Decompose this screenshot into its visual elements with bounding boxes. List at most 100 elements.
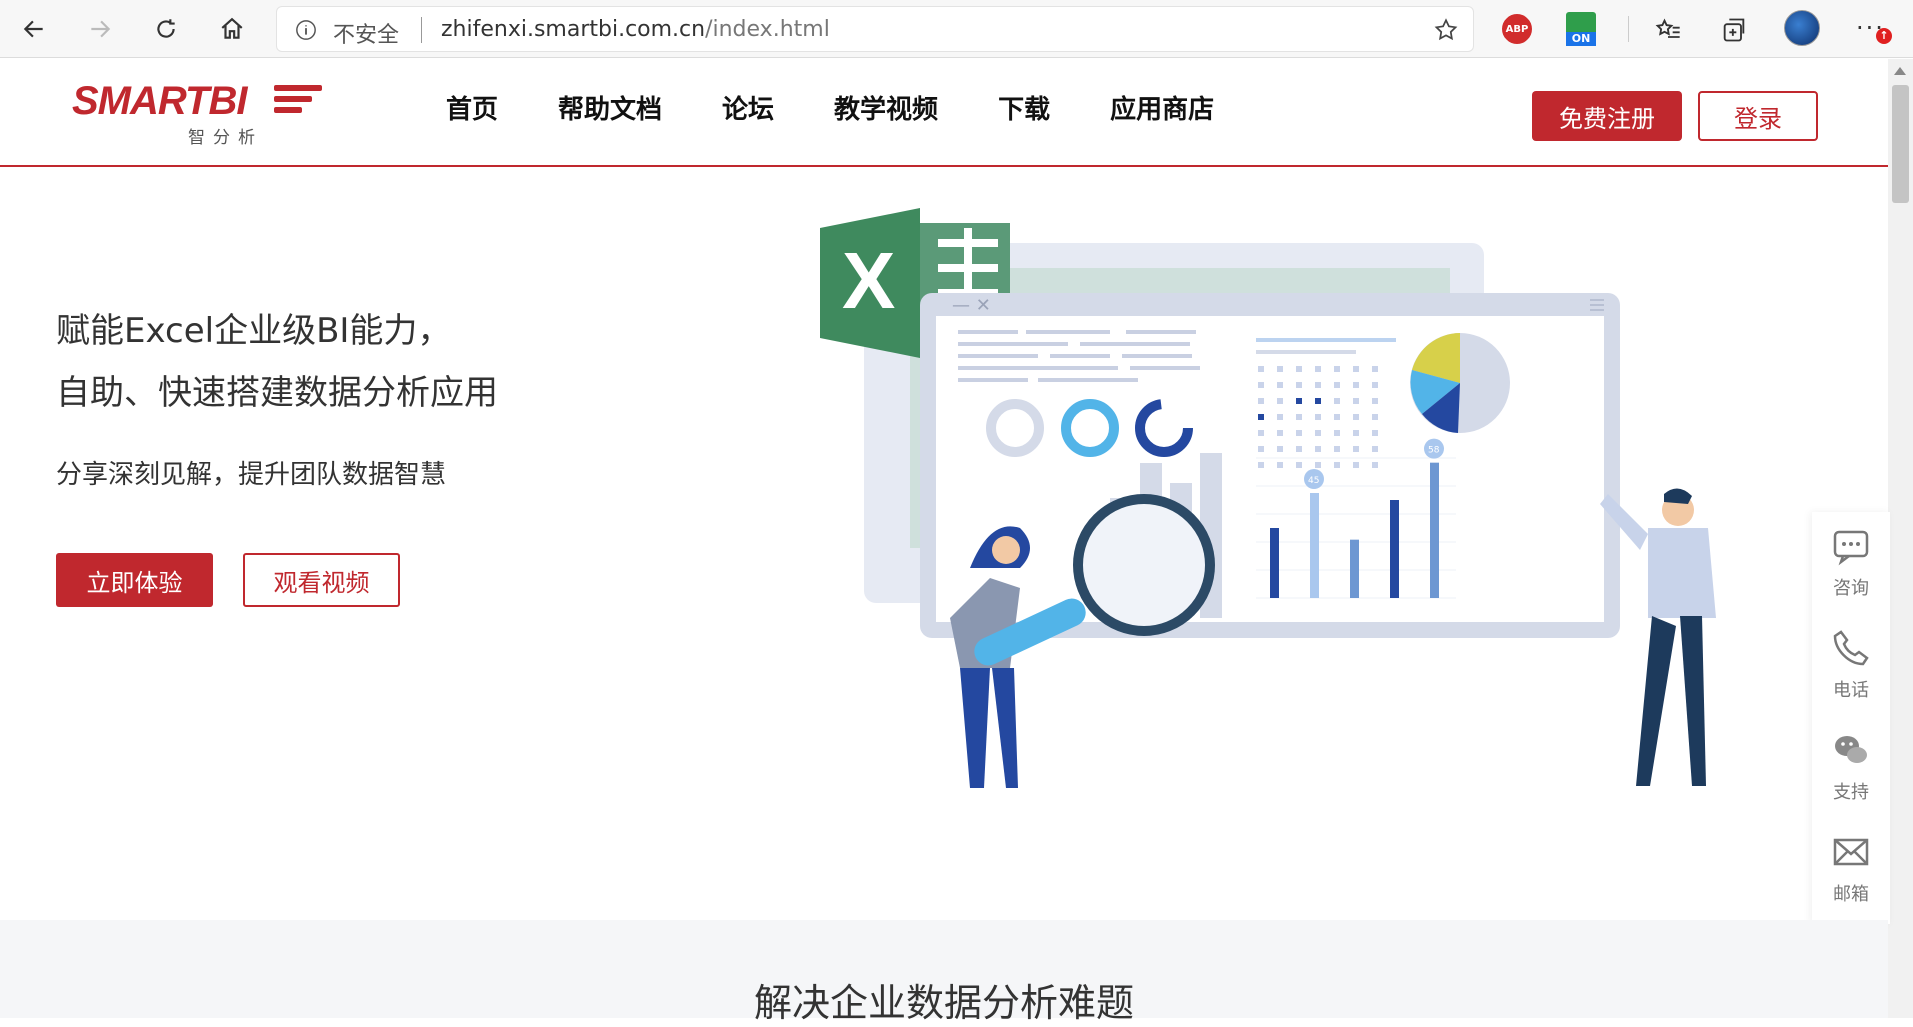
- forward-button[interactable]: [82, 11, 118, 47]
- on-extension-icon[interactable]: ON: [1566, 12, 1596, 48]
- logo-text: SMARTBI: [72, 79, 247, 123]
- grid-dot: [1258, 366, 1264, 372]
- grid-dot: [1372, 414, 1378, 420]
- watch-video-button[interactable]: 观看视频: [243, 553, 400, 607]
- scroll-up-arrow-icon[interactable]: [1894, 67, 1906, 75]
- main-nav: 首页 帮助文档 论坛 教学视频 下载 应用商店: [446, 89, 1274, 126]
- phone-icon: [1833, 630, 1869, 666]
- smartbi-logo[interactable]: SMARTBI 智分析: [62, 79, 332, 149]
- grid-dot: [1315, 446, 1321, 452]
- side-label-phone: 电话: [1833, 680, 1869, 701]
- hero-title: 赋能Excel企业级BI能力， 自助、快速搭建数据分析应用: [56, 300, 498, 424]
- url-path: /index.html: [705, 17, 830, 42]
- adblock-extension-icon[interactable]: ABP: [1502, 14, 1532, 44]
- on-extension-label: ON: [1566, 32, 1596, 46]
- grid-dot: [1334, 414, 1340, 420]
- collections-icon[interactable]: [1720, 16, 1748, 44]
- grid-dot: [1277, 398, 1283, 404]
- insecure-label: 不安全: [333, 23, 400, 48]
- logo-subtitle: 智分析: [188, 128, 263, 148]
- info-icon[interactable]: [295, 19, 317, 41]
- grid-dot: [1296, 366, 1302, 372]
- free-register-button[interactable]: 免费注册: [1532, 91, 1682, 141]
- side-item-mail[interactable]: 邮箱: [1812, 818, 1890, 918]
- grid-dot: [1258, 414, 1264, 420]
- try-now-button[interactable]: 立即体验: [56, 553, 213, 607]
- grid-dot: [1296, 382, 1302, 388]
- grid-dot: [1258, 398, 1264, 404]
- logo-bar: [274, 107, 302, 113]
- login-button[interactable]: 登录: [1698, 91, 1818, 141]
- grid-dot: [1334, 430, 1340, 436]
- svg-text:X: X: [842, 236, 895, 325]
- hero-title-line-1: 赋能Excel企业级BI能力，: [56, 311, 452, 351]
- url-text[interactable]: zhifenxi.smartbi.com.cn/index.html: [441, 17, 830, 42]
- address-bar[interactable]: 不安全 zhifenxi.smartbi.com.cn/index.html: [276, 6, 1474, 52]
- arrow-right-icon: [91, 20, 111, 38]
- update-badge: ↑: [1876, 28, 1892, 44]
- grid-dot: [1277, 430, 1283, 436]
- grid-dot: [1334, 398, 1340, 404]
- arrow-left-icon: [23, 20, 43, 38]
- grid-dot: [1334, 462, 1340, 468]
- nav-item-help-docs[interactable]: 帮助文档: [558, 89, 662, 126]
- page-scrollbar[interactable]: [1888, 59, 1913, 1018]
- side-item-support[interactable]: 支持: [1812, 716, 1890, 816]
- grid-dot: [1315, 382, 1321, 388]
- toolbar-separator: [1628, 16, 1629, 42]
- grid-dot: [1372, 430, 1378, 436]
- back-button[interactable]: [16, 11, 52, 47]
- solutions-section: 解决企业数据分析难题: [0, 920, 1888, 1025]
- nav-item-tutorial-videos[interactable]: 教学视频: [834, 89, 938, 126]
- grid-dot: [1353, 398, 1359, 404]
- grid-dot: [1315, 414, 1321, 420]
- window-controls: — ✕: [952, 295, 991, 316]
- chart-annotation-label: 45: [1308, 476, 1319, 486]
- chart-bar: [1430, 462, 1439, 598]
- grid-dot: [1296, 398, 1302, 404]
- grid-dot: [1372, 446, 1378, 452]
- grid-dot: [1277, 366, 1283, 372]
- scroll-thumb[interactable]: [1892, 85, 1909, 203]
- profile-avatar[interactable]: [1784, 10, 1820, 46]
- favorite-star-icon[interactable]: [1433, 17, 1459, 43]
- nav-item-download[interactable]: 下载: [998, 89, 1050, 126]
- grid-dot: [1296, 446, 1302, 452]
- magnifier-glass: [1073, 494, 1215, 636]
- grid-dot: [1353, 382, 1359, 388]
- favorites-icon[interactable]: [1654, 16, 1682, 44]
- grid-dot: [1353, 414, 1359, 420]
- side-label-consult: 咨询: [1833, 578, 1869, 599]
- address-separator: [421, 17, 422, 43]
- grid-dot: [1334, 366, 1340, 372]
- nav-item-forum[interactable]: 论坛: [722, 89, 774, 126]
- chart-bar: [1390, 500, 1399, 598]
- chart-bar: [1350, 539, 1359, 598]
- grid-dot: [1334, 382, 1340, 388]
- logo-bar: [274, 96, 312, 102]
- nav-item-app-store[interactable]: 应用商店: [1110, 89, 1214, 126]
- grid-dot: [1258, 446, 1264, 452]
- grid-dot: [1334, 446, 1340, 452]
- logo-bars-graphic: [274, 85, 322, 118]
- chart-annotation-label: 58: [1428, 446, 1440, 456]
- chat-icon: [1833, 530, 1869, 566]
- hero-illustration: X — ✕ 4558: [820, 208, 1716, 788]
- mail-icon: [1833, 838, 1869, 866]
- grid-dot: [1353, 430, 1359, 436]
- grid-dot: [1296, 430, 1302, 436]
- grid-dot: [1277, 446, 1283, 452]
- side-label-mail: 邮箱: [1833, 884, 1869, 905]
- grid-dot: [1315, 398, 1321, 404]
- grid-dot: [1296, 462, 1302, 468]
- grid-dot: [1258, 430, 1264, 436]
- grid-dot: [1353, 446, 1359, 452]
- nav-item-home[interactable]: 首页: [446, 89, 498, 126]
- wechat-icon: [1835, 736, 1867, 763]
- home-button[interactable]: [214, 11, 250, 47]
- side-item-consult[interactable]: 咨询: [1812, 512, 1890, 612]
- grid-dot: [1353, 462, 1359, 468]
- refresh-button[interactable]: [148, 11, 184, 47]
- home-icon: [221, 17, 243, 39]
- side-item-phone[interactable]: 电话: [1812, 614, 1890, 714]
